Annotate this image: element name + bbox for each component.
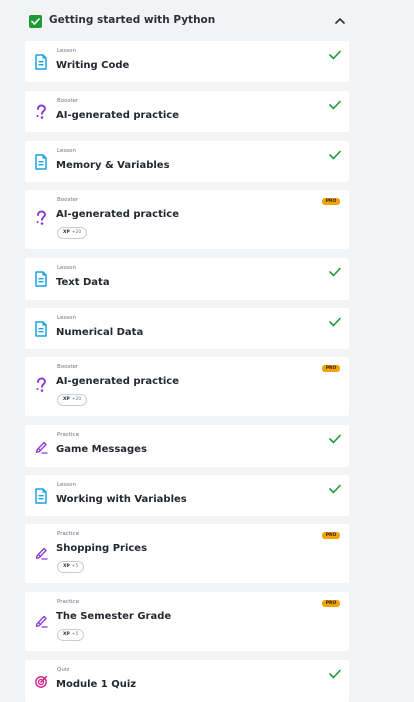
item-title: AI-generated practice	[56, 209, 180, 220]
item-title: Numerical Data	[56, 327, 144, 338]
item-kind: Lesson	[57, 148, 76, 154]
xp-badge: XP +20	[57, 227, 88, 239]
check-icon	[329, 100, 341, 110]
check-icon	[329, 50, 341, 60]
item-title: AI-generated practice	[56, 110, 180, 121]
xp-label: XP	[63, 397, 70, 402]
lesson-doc-icon	[35, 54, 47, 70]
item-kind: Booster	[57, 364, 79, 370]
pro-badge: PRO	[322, 600, 340, 607]
section-title: Getting started with Python	[49, 14, 216, 26]
item-title: Module 1 Quiz	[56, 679, 137, 690]
item-kind: Booster	[57, 98, 79, 104]
item-kind: Booster	[57, 197, 79, 203]
item-kind: Practice	[57, 531, 79, 537]
check-icon	[329, 669, 341, 679]
xp-value: +20	[71, 230, 82, 235]
item-kind: Quiz	[57, 667, 70, 673]
xp-badge: XP +20	[57, 394, 88, 406]
list-item[interactable]: Lesson Working with Variables	[25, 475, 349, 516]
item-title: Text Data	[56, 277, 110, 288]
question-mark-icon	[36, 210, 46, 225]
pro-badge: PRO	[322, 532, 340, 539]
pencil-icon	[35, 547, 48, 560]
item-title: Working with Variables	[56, 494, 187, 505]
xp-label: XP	[63, 632, 70, 637]
xp-value: +20	[71, 397, 82, 402]
list-item[interactable]: Booster AI-generated practice	[25, 91, 349, 132]
check-icon	[329, 317, 341, 327]
check-icon	[329, 484, 341, 494]
lesson-doc-icon	[35, 488, 47, 504]
list-item[interactable]: Lesson Numerical Data	[25, 308, 349, 349]
list-item[interactable]: Practice Game Messages	[25, 425, 349, 467]
item-kind: Practice	[57, 599, 79, 605]
xp-label: XP	[63, 230, 70, 235]
question-mark-icon	[36, 377, 46, 392]
section-header[interactable]: Getting started with Python	[0, 0, 414, 42]
list-item[interactable]: Lesson Writing Code	[25, 41, 349, 82]
check-icon	[329, 150, 341, 160]
xp-value: +5	[71, 564, 79, 569]
list-item[interactable]: Practice The Semester Grade PRO XP +5	[25, 592, 349, 651]
target-icon	[35, 675, 48, 688]
item-kind: Lesson	[57, 482, 76, 488]
list-item[interactable]: Practice Shopping Prices PRO XP +5	[25, 524, 349, 583]
chevron-up-icon[interactable]	[334, 15, 346, 27]
list-item[interactable]: Lesson Text Data	[25, 258, 349, 300]
xp-badge: XP +5	[57, 629, 85, 641]
item-title: Memory & Variables	[56, 160, 170, 171]
check-icon	[329, 267, 341, 277]
list-item[interactable]: Quiz Module 1 Quiz	[25, 660, 349, 702]
question-mark-icon	[36, 104, 46, 119]
check-icon	[329, 434, 341, 444]
pencil-icon	[35, 615, 48, 628]
list-item[interactable]: Booster AI-generated practice PRO XP +20	[25, 190, 349, 249]
xp-value: +5	[71, 632, 79, 637]
lesson-doc-icon	[35, 321, 47, 337]
pro-badge: PRO	[322, 198, 340, 205]
item-title: The Semester Grade	[56, 611, 172, 622]
list-item[interactable]: Booster AI-generated practice PRO XP +20	[25, 357, 349, 416]
item-title: Shopping Prices	[56, 543, 148, 554]
pencil-icon	[35, 441, 48, 454]
item-title: Game Messages	[56, 444, 147, 455]
xp-badge: XP +5	[57, 561, 85, 573]
item-title: AI-generated practice	[56, 376, 180, 387]
lesson-doc-icon	[35, 154, 47, 170]
item-title: Writing Code	[56, 60, 130, 71]
item-kind: Lesson	[57, 315, 76, 321]
item-kind: Lesson	[57, 48, 76, 54]
list-item[interactable]: Lesson Memory & Variables	[25, 141, 349, 182]
item-kind: Lesson	[57, 265, 76, 271]
section-complete-checkbox	[29, 15, 42, 28]
xp-label: XP	[63, 564, 70, 569]
pro-badge: PRO	[322, 365, 340, 372]
lesson-doc-icon	[35, 271, 47, 287]
item-kind: Practice	[57, 432, 79, 438]
